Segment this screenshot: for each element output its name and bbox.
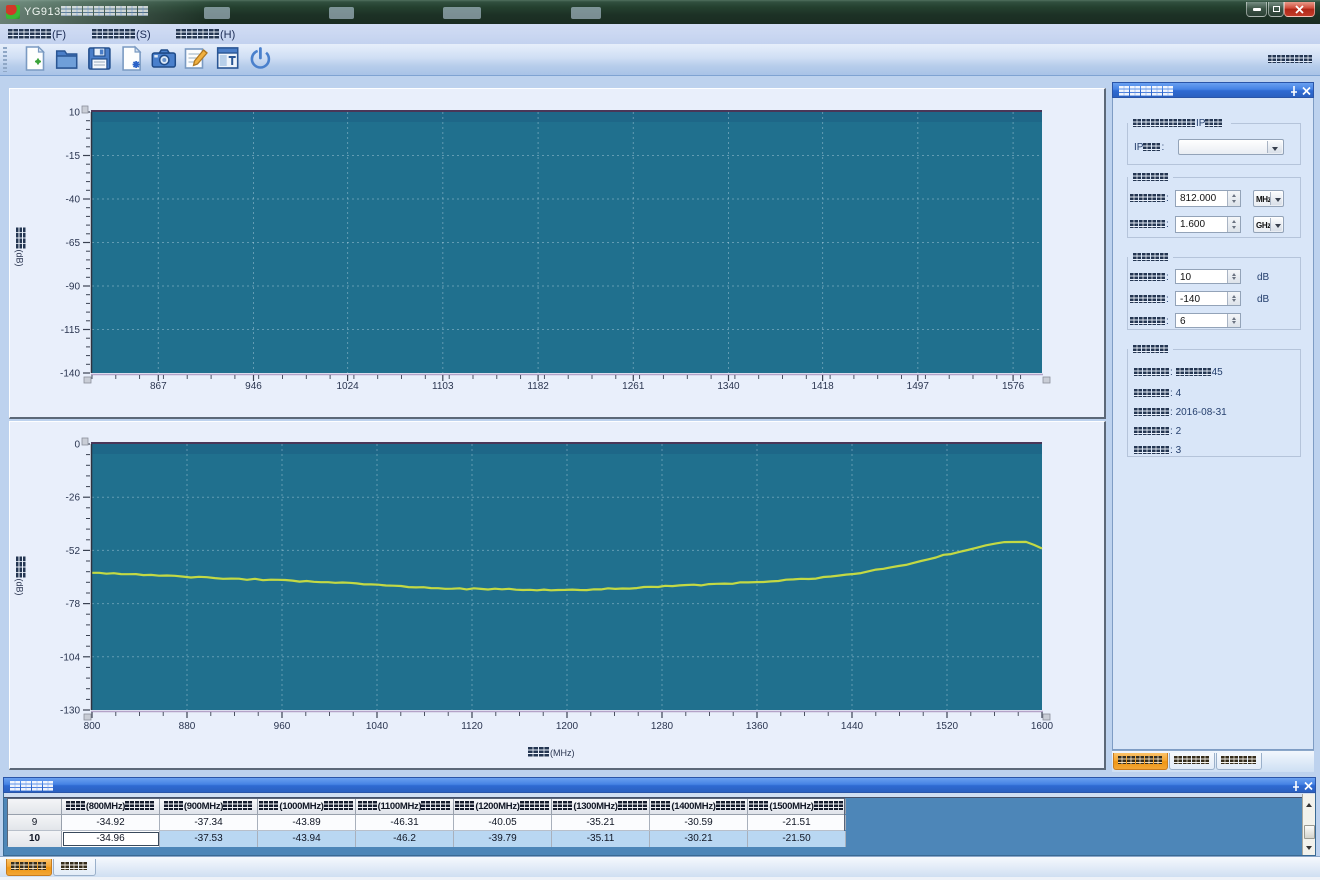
svg-text:-15: -15 — [66, 151, 81, 162]
svg-text:946: 946 — [245, 381, 262, 392]
svg-text:880: 880 — [179, 721, 196, 732]
svg-text:-78: -78 — [66, 599, 81, 610]
svg-text:1103: 1103 — [432, 381, 454, 392]
svg-text:1440: 1440 — [841, 721, 864, 732]
svg-text:1024: 1024 — [336, 381, 359, 392]
svg-text:1120: 1120 — [461, 721, 483, 732]
svg-text:-52: -52 — [66, 546, 81, 557]
svg-text:-65: -65 — [66, 238, 81, 249]
svg-text:1182: 1182 — [527, 381, 549, 392]
svg-text:1340: 1340 — [717, 381, 740, 392]
svg-text:-90: -90 — [66, 282, 81, 293]
svg-text:1497: 1497 — [907, 381, 930, 392]
svg-text:1600: 1600 — [1031, 721, 1054, 732]
svg-text:-40: -40 — [66, 195, 81, 206]
svg-text:-140: -140 — [60, 369, 80, 380]
svg-text:-26: -26 — [66, 493, 81, 504]
svg-text:1200: 1200 — [556, 721, 579, 732]
svg-text:-104: -104 — [60, 652, 80, 663]
svg-text:-130: -130 — [60, 706, 80, 717]
svg-text:1040: 1040 — [366, 721, 389, 732]
svg-text:1418: 1418 — [811, 381, 834, 392]
svg-text:-115: -115 — [61, 325, 81, 336]
svg-text:10: 10 — [69, 108, 81, 119]
svg-text:0: 0 — [74, 440, 80, 451]
svg-text:1576: 1576 — [1002, 381, 1025, 392]
svg-text:1261: 1261 — [622, 381, 645, 392]
svg-text:1280: 1280 — [651, 721, 674, 732]
svg-text:1360: 1360 — [746, 721, 769, 732]
svg-text:960: 960 — [274, 721, 291, 732]
svg-text:867: 867 — [150, 381, 167, 392]
svg-text:1520: 1520 — [936, 721, 959, 732]
svg-text:800: 800 — [84, 721, 101, 732]
